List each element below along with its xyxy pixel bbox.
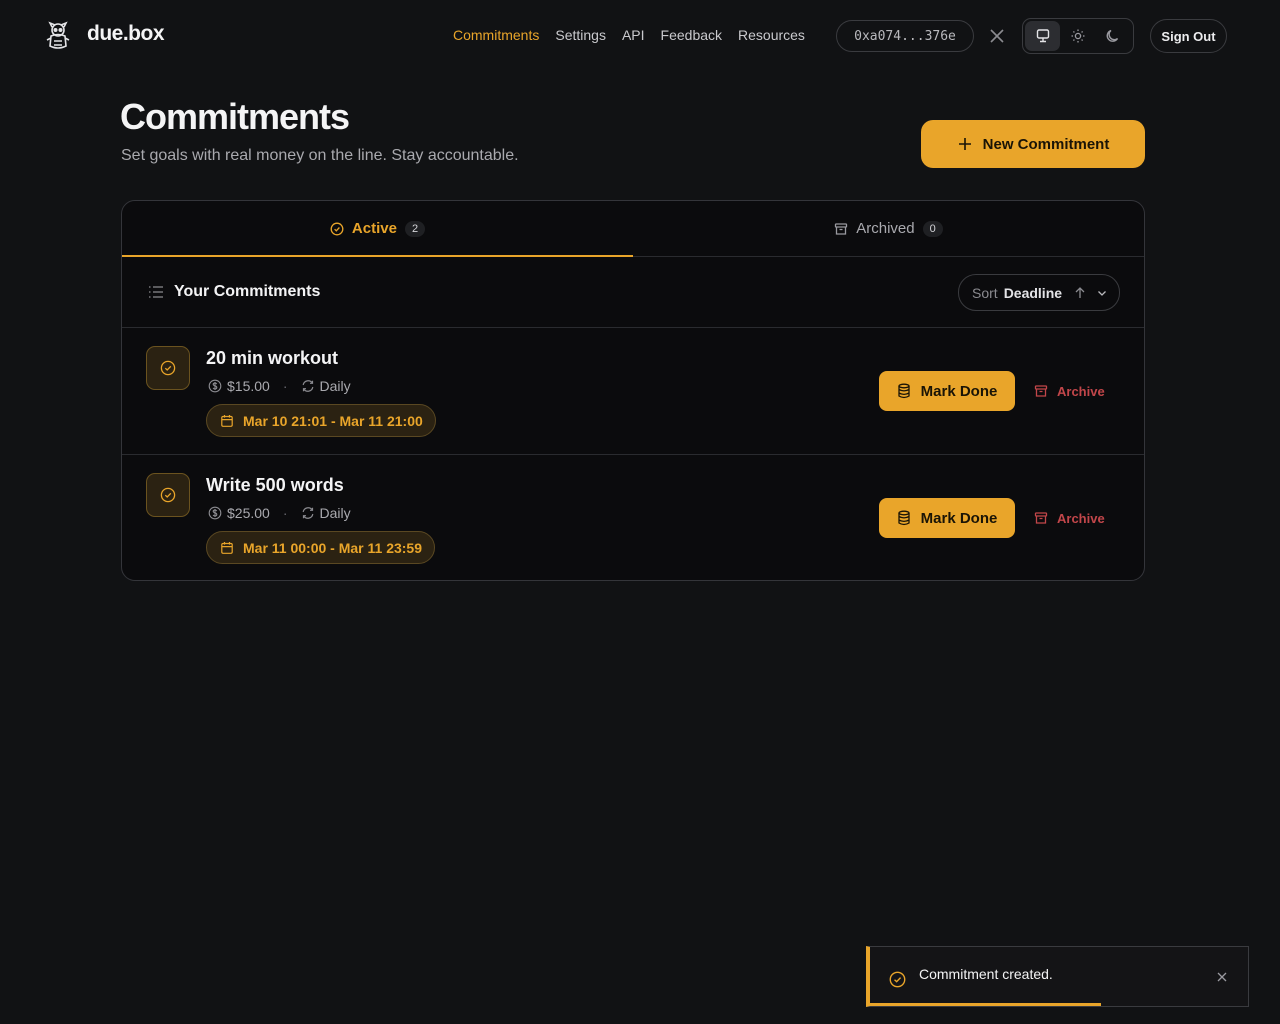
arrow-up-icon[interactable]	[1074, 286, 1086, 300]
moon-icon[interactable]	[1096, 21, 1131, 51]
main-nav: Commitments Settings API Feedback Resour…	[453, 27, 805, 43]
plus-icon	[957, 136, 973, 152]
dollar-circle-icon	[208, 506, 222, 520]
nav-item-commitments[interactable]: Commitments	[453, 27, 539, 43]
nav-item-feedback[interactable]: Feedback	[661, 27, 722, 43]
archive-button[interactable]: Archive	[1034, 505, 1105, 531]
x-logo-icon[interactable]	[989, 28, 1005, 44]
tab-archived-label: Archived	[856, 220, 915, 237]
list-icon	[148, 285, 164, 299]
mark-done-button[interactable]: Mark Done	[879, 371, 1015, 411]
check-circle-icon[interactable]	[146, 346, 190, 390]
archive-icon	[1034, 384, 1048, 398]
page-subtitle: Set goals with real money on the line. S…	[121, 147, 519, 164]
sort-dropdown[interactable]: Sort Deadline	[958, 274, 1120, 311]
commitment-row: Write 500 words $25.00 · Daily Mar 11 00…	[122, 455, 1144, 580]
check-circle-icon	[330, 222, 344, 236]
chevron-down-icon[interactable]	[1096, 287, 1108, 299]
wallet-address[interactable]: 0xa074...376e	[836, 20, 974, 52]
commitment-meta: $15.00 · Daily	[208, 378, 351, 394]
commitment-title: 20 min workout	[206, 348, 339, 368]
close-icon[interactable]	[1216, 971, 1228, 983]
list-header: Your Commitments Sort Deadline	[122, 257, 1144, 328]
new-commitment-button[interactable]: New Commitment	[921, 120, 1145, 168]
tab-active-label: Active	[351, 220, 397, 237]
brand-name[interactable]: due.box	[87, 22, 165, 46]
tab-archived-count: 0	[922, 220, 943, 237]
archive-label: Archive	[1057, 510, 1105, 526]
repeat-icon	[301, 506, 315, 520]
toast-notification: Commitment created.	[866, 946, 1249, 1007]
commitment-row: 20 min workout $15.00 · Daily Mar 10 21:…	[122, 328, 1144, 455]
archive-icon	[1034, 511, 1048, 525]
sort-value: Deadline	[1003, 284, 1063, 301]
check-circle-icon	[889, 971, 906, 988]
commitment-amount: $25.00	[227, 505, 270, 521]
coins-icon	[897, 510, 911, 526]
commitment-frequency: Daily	[319, 378, 351, 394]
coins-icon	[897, 383, 911, 399]
archive-label: Archive	[1057, 383, 1105, 399]
tab-active-count: 2	[404, 220, 426, 237]
page-title: Commitments	[120, 96, 350, 137]
date-range-text: Mar 11 00:00 - Mar 11 23:59	[243, 539, 423, 556]
mark-done-label: Mark Done	[920, 382, 998, 400]
nav-item-settings[interactable]: Settings	[555, 27, 606, 43]
archive-button[interactable]: Archive	[1034, 378, 1105, 404]
commitment-meta: $25.00 · Daily	[208, 505, 351, 521]
calendar-icon	[220, 414, 234, 428]
mark-done-label: Mark Done	[920, 509, 998, 527]
list-title: Your Commitments	[174, 283, 321, 300]
theme-switcher	[1022, 18, 1134, 54]
meta-separator: ·	[282, 505, 288, 521]
commitments-card: Active 2 Archived 0 Your Commitments Sor…	[121, 200, 1145, 581]
tab-archived[interactable]: Archived 0	[633, 201, 1144, 256]
sun-icon[interactable]	[1060, 21, 1095, 51]
commitment-frequency: Daily	[319, 505, 351, 521]
status-tabs: Active 2 Archived 0	[122, 201, 1144, 257]
commitment-title: Write 500 words	[206, 475, 344, 495]
sort-label: Sort	[972, 284, 998, 301]
meta-separator: ·	[282, 378, 288, 394]
date-range-text: Mar 10 21:01 - Mar 11 21:00	[243, 412, 423, 429]
calendar-icon	[220, 541, 234, 555]
nav-item-api[interactable]: API	[622, 27, 645, 43]
dollar-circle-icon	[208, 379, 222, 393]
mark-done-button[interactable]: Mark Done	[879, 498, 1015, 538]
repeat-icon	[301, 379, 315, 393]
sign-out-button[interactable]: Sign Out	[1150, 19, 1227, 53]
commitment-amount: $15.00	[227, 378, 270, 394]
tab-active[interactable]: Active 2	[122, 201, 633, 257]
monitor-icon[interactable]	[1025, 21, 1061, 51]
top-bar: due.box Commitments Settings API Feedbac…	[0, 0, 1280, 72]
toast-message: Commitment created.	[919, 966, 1053, 982]
date-range-badge: Mar 10 21:01 - Mar 11 21:00	[206, 404, 436, 437]
toast-progress-bar	[870, 1003, 1101, 1006]
new-commitment-label: New Commitment	[982, 135, 1110, 153]
check-circle-icon[interactable]	[146, 473, 190, 517]
date-range-badge: Mar 11 00:00 - Mar 11 23:59	[206, 531, 436, 564]
mascot-logo-icon[interactable]	[44, 21, 72, 51]
nav-item-resources[interactable]: Resources	[738, 27, 805, 43]
archive-icon	[834, 222, 848, 236]
